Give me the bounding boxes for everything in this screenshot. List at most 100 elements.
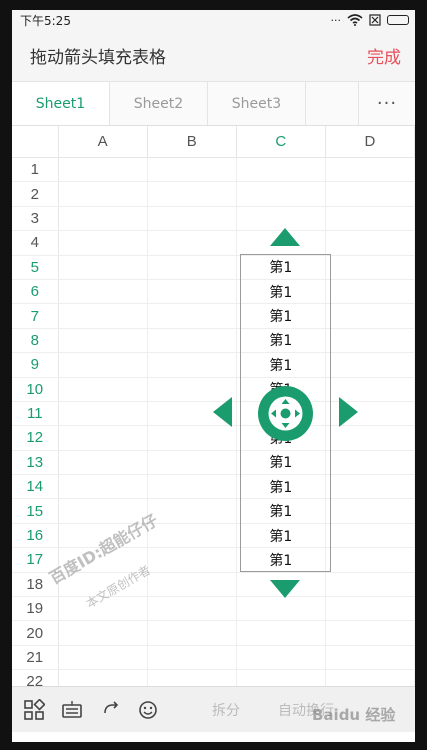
emoji-icon[interactable]	[134, 696, 162, 724]
cell-a[interactable]	[59, 450, 148, 475]
cell-d[interactable]	[326, 353, 415, 377]
cell-c[interactable]	[237, 182, 326, 206]
cell-a[interactable]	[59, 401, 148, 426]
cell-d[interactable]	[326, 182, 415, 206]
cell-b[interactable]	[148, 597, 237, 621]
cell-a[interactable]	[59, 255, 148, 279]
cell-d[interactable]	[326, 304, 415, 328]
cell-a[interactable]	[59, 206, 148, 231]
fill-arrow-left-icon[interactable]	[213, 397, 232, 427]
cell-b[interactable]	[148, 645, 237, 670]
cell-a[interactable]	[59, 304, 148, 328]
grid-corner[interactable]	[12, 126, 59, 157]
cell-c[interactable]: 第1	[237, 475, 326, 499]
tab-sheet1[interactable]: Sheet1	[12, 82, 110, 125]
row-header[interactable]: 14	[12, 475, 59, 499]
cell-a[interactable]	[59, 328, 148, 353]
cell-d[interactable]	[326, 279, 415, 304]
row-header[interactable]: 8	[12, 328, 59, 353]
column-header-d[interactable]: D	[326, 126, 415, 157]
column-header-b[interactable]: B	[148, 126, 237, 157]
apps-grid-icon[interactable]	[20, 696, 48, 724]
cell-c[interactable]	[237, 206, 326, 231]
row-header[interactable]: 6	[12, 279, 59, 304]
row-header[interactable]: 20	[12, 621, 59, 645]
cell-b[interactable]	[148, 572, 237, 597]
row-header[interactable]: 1	[12, 158, 59, 182]
cell-a[interactable]	[59, 231, 148, 255]
split-button[interactable]: 拆分	[212, 700, 240, 720]
cell-c[interactable]	[237, 158, 326, 182]
row-header[interactable]: 12	[12, 426, 59, 450]
tab-sheet3[interactable]: Sheet3	[208, 82, 306, 125]
cell-b[interactable]	[148, 475, 237, 499]
row-header[interactable]: 3	[12, 206, 59, 231]
cell-a[interactable]	[59, 548, 148, 572]
cell-c[interactable]: 第1	[237, 328, 326, 353]
cell-d[interactable]	[326, 572, 415, 597]
cell-a[interactable]	[59, 353, 148, 377]
cell-d[interactable]	[326, 328, 415, 353]
cell-b[interactable]	[148, 206, 237, 231]
cell-a[interactable]	[59, 426, 148, 450]
row-header[interactable]: 2	[12, 182, 59, 206]
cell-b[interactable]	[148, 255, 237, 279]
cell-b[interactable]	[148, 450, 237, 475]
row-header[interactable]: 17	[12, 548, 59, 572]
cell-c[interactable]	[237, 621, 326, 645]
cell-a[interactable]	[59, 621, 148, 645]
row-header[interactable]: 13	[12, 450, 59, 475]
cell-a[interactable]	[59, 499, 148, 523]
cell-a[interactable]	[59, 475, 148, 499]
cell-c[interactable]: 第1	[237, 450, 326, 475]
cell-b[interactable]	[148, 523, 237, 548]
row-header[interactable]: 16	[12, 523, 59, 548]
column-header-a[interactable]: A	[59, 126, 148, 157]
cell-d[interactable]	[326, 475, 415, 499]
cell-b[interactable]	[148, 499, 237, 523]
cell-c[interactable]: 第1	[237, 279, 326, 304]
cell-b[interactable]	[148, 353, 237, 377]
cell-b[interactable]	[148, 182, 237, 206]
cell-d[interactable]	[326, 450, 415, 475]
cell-d[interactable]	[326, 158, 415, 182]
cell-b[interactable]	[148, 231, 237, 255]
cell-c[interactable]	[237, 597, 326, 621]
cell-a[interactable]	[59, 279, 148, 304]
cell-c[interactable]	[237, 645, 326, 670]
move-handle-icon[interactable]	[258, 386, 313, 441]
column-header-c[interactable]: C	[237, 126, 326, 157]
row-header[interactable]: 19	[12, 597, 59, 621]
cell-d[interactable]	[326, 645, 415, 670]
cell-b[interactable]	[148, 328, 237, 353]
cell-d[interactable]	[326, 426, 415, 450]
row-header[interactable]: 5	[12, 255, 59, 279]
more-options-button[interactable]: ···	[359, 82, 415, 125]
keyboard-icon[interactable]	[58, 696, 86, 724]
cell-b[interactable]	[148, 426, 237, 450]
row-header[interactable]: 4	[12, 231, 59, 255]
cell-d[interactable]	[326, 548, 415, 572]
cell-d[interactable]	[326, 231, 415, 255]
cell-c[interactable]: 第1	[237, 523, 326, 548]
cell-c[interactable]: 第1	[237, 499, 326, 523]
cell-c[interactable]: 第1	[237, 304, 326, 328]
row-header[interactable]: 11	[12, 401, 59, 426]
cell-b[interactable]	[148, 621, 237, 645]
cell-b[interactable]	[148, 548, 237, 572]
cell-a[interactable]	[59, 158, 148, 182]
cell-a[interactable]	[59, 597, 148, 621]
fill-arrow-down-icon[interactable]	[270, 580, 300, 598]
cell-d[interactable]	[326, 523, 415, 548]
row-header[interactable]: 15	[12, 499, 59, 523]
cell-d[interactable]	[326, 206, 415, 231]
tab-sheet2[interactable]: Sheet2	[110, 82, 208, 125]
row-header[interactable]: 10	[12, 377, 59, 401]
cell-a[interactable]	[59, 377, 148, 401]
cell-c[interactable]: 第1	[237, 255, 326, 279]
row-header[interactable]: 21	[12, 645, 59, 670]
cell-d[interactable]	[326, 597, 415, 621]
done-button[interactable]: 完成	[367, 43, 401, 68]
row-header[interactable]: 9	[12, 353, 59, 377]
cell-d[interactable]	[326, 255, 415, 279]
